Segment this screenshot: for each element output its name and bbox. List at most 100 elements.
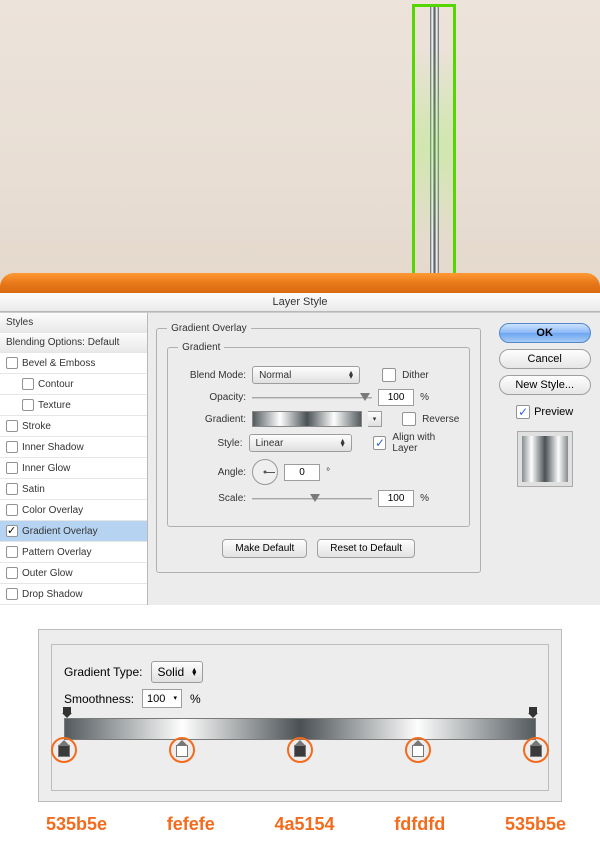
dialog-right-panel: OK Cancel New Style... Preview	[489, 313, 600, 605]
opacity-input[interactable]	[378, 389, 414, 406]
smoothness-input[interactable]: 100 ▾	[142, 689, 182, 708]
chevron-updown-icon: ▴▾	[349, 371, 353, 379]
preview-swatch	[517, 431, 573, 487]
style-checkbox-texture[interactable]	[22, 399, 34, 411]
opacity-stop-right[interactable]	[528, 707, 538, 718]
hex-label-25: fefefe	[167, 814, 215, 835]
style-checkbox-inner-glow[interactable]	[6, 462, 18, 474]
style-label-inner-shadow: Inner Shadow	[22, 442, 84, 453]
gradient-type-value: Solid	[158, 665, 185, 679]
dither-label: Dither	[402, 370, 429, 381]
style-label-gradient-overlay: Gradient Overlay	[22, 526, 98, 537]
style-label-bevel-emboss: Bevel & Emboss	[22, 358, 95, 369]
color-stop-50[interactable]	[293, 740, 307, 757]
percent-label: %	[420, 392, 429, 403]
opacity-slider[interactable]	[252, 391, 372, 405]
inner-title: Gradient	[178, 342, 224, 353]
style-checkbox-gradient-overlay[interactable]	[6, 525, 18, 537]
style-row-texture[interactable]: Texture	[0, 395, 147, 416]
align-checkbox[interactable]	[373, 436, 386, 450]
style-label-drop-shadow: Drop Shadow	[22, 589, 83, 600]
scale-slider[interactable]	[252, 492, 372, 506]
angle-label: Angle:	[178, 467, 246, 478]
style-label-stroke: Stroke	[22, 421, 51, 432]
percent-label: %	[420, 493, 429, 504]
style-row-drop-shadow[interactable]: Drop Shadow	[0, 584, 147, 605]
preview-label: Preview	[534, 406, 573, 418]
ok-button[interactable]: OK	[499, 323, 591, 343]
cancel-button[interactable]: Cancel	[499, 349, 591, 369]
gradient-bar[interactable]	[64, 718, 536, 774]
gradient-editor: Gradient Type: Solid ▴▾ Smoothness: 100 …	[38, 629, 562, 802]
new-style-button[interactable]: New Style...	[499, 375, 591, 395]
preview-checkbox[interactable]	[516, 405, 530, 419]
style-select[interactable]: Linear ▴▾	[249, 434, 352, 452]
blend-mode-select[interactable]: Normal ▴▾	[252, 366, 360, 384]
selection-highlight	[412, 4, 456, 289]
style-row-inner-glow[interactable]: Inner Glow	[0, 458, 147, 479]
gradient-dropdown[interactable]: ▾	[368, 411, 382, 427]
style-row-stroke[interactable]: Stroke	[0, 416, 147, 437]
angle-dial[interactable]	[252, 459, 278, 485]
color-stop-25[interactable]	[175, 740, 189, 757]
style-label-contour: Contour	[38, 379, 74, 390]
blend-mode-label: Blend Mode:	[178, 370, 246, 381]
style-checkbox-contour[interactable]	[22, 378, 34, 390]
blending-options-row[interactable]: Blending Options: Default	[0, 333, 147, 353]
make-default-button[interactable]: Make Default	[222, 539, 307, 558]
style-row-inner-shadow[interactable]: Inner Shadow	[0, 437, 147, 458]
style-label: Style:	[178, 438, 242, 449]
style-checkbox-color-overlay[interactable]	[6, 504, 18, 516]
style-label-pattern-overlay: Pattern Overlay	[22, 547, 91, 558]
style-label-color-overlay: Color Overlay	[22, 505, 83, 516]
color-stop-75[interactable]	[411, 740, 425, 757]
style-row-contour[interactable]: Contour	[0, 374, 147, 395]
style-label-texture: Texture	[38, 400, 71, 411]
color-stop-100[interactable]	[529, 740, 543, 757]
gradient-label: Gradient:	[178, 414, 246, 425]
group-title: Gradient Overlay	[167, 323, 251, 334]
style-label-outer-glow: Outer Glow	[22, 568, 73, 579]
color-stop-0[interactable]	[57, 740, 71, 757]
gradient-preview[interactable]	[252, 411, 362, 427]
style-row-color-overlay[interactable]: Color Overlay	[0, 500, 147, 521]
dialog-title: Layer Style	[272, 296, 327, 308]
hex-label-75: fdfdfd	[394, 814, 445, 835]
degree-label: °	[326, 467, 330, 478]
percent-label: %	[190, 692, 201, 706]
scale-input[interactable]	[378, 490, 414, 507]
reverse-checkbox[interactable]	[402, 412, 416, 426]
smoothness-label: Smoothness:	[64, 692, 134, 706]
style-label-satin: Satin	[22, 484, 45, 495]
gradient-type-select[interactable]: Solid ▴▾	[151, 661, 204, 683]
style-row-bevel-emboss[interactable]: Bevel & Emboss	[0, 353, 147, 374]
style-checkbox-outer-glow[interactable]	[6, 567, 18, 579]
style-row-pattern-overlay[interactable]: Pattern Overlay	[0, 542, 147, 563]
angle-input[interactable]	[284, 464, 320, 481]
style-checkbox-satin[interactable]	[6, 483, 18, 495]
gradient-type-label: Gradient Type:	[64, 665, 143, 679]
reverse-label: Reverse	[422, 414, 459, 425]
hex-label-100: 535b5e	[505, 814, 566, 835]
style-checkbox-bevel-emboss[interactable]	[6, 357, 18, 369]
styles-header-label: Styles	[6, 317, 33, 328]
reset-default-button[interactable]: Reset to Default	[317, 539, 415, 558]
chevron-updown-icon: ▴▾	[341, 439, 345, 447]
style-checkbox-pattern-overlay[interactable]	[6, 546, 18, 558]
blending-options-label: Blending Options: Default	[6, 337, 119, 348]
style-row-gradient-overlay[interactable]: Gradient Overlay	[0, 521, 147, 542]
style-checkbox-inner-shadow[interactable]	[6, 441, 18, 453]
style-row-satin[interactable]: Satin	[0, 479, 147, 500]
blend-mode-value: Normal	[259, 370, 291, 381]
style-row-outer-glow[interactable]: Outer Glow	[0, 563, 147, 584]
style-value: Linear	[256, 438, 284, 449]
style-checkbox-stroke[interactable]	[6, 420, 18, 432]
opacity-stop-left[interactable]	[62, 707, 72, 718]
gradient-overlay-panel: Gradient Overlay Gradient Blend Mode: No…	[148, 313, 489, 605]
dither-checkbox[interactable]	[382, 368, 396, 382]
canvas-preview	[0, 0, 600, 293]
layer-style-dialog: Styles Blending Options: Default Bevel &…	[0, 312, 600, 605]
hex-labels-row: 535b5efefefe4a5154fdfdfd535b5e	[46, 814, 566, 835]
style-checkbox-drop-shadow[interactable]	[6, 588, 18, 600]
styles-header[interactable]: Styles	[0, 313, 147, 333]
